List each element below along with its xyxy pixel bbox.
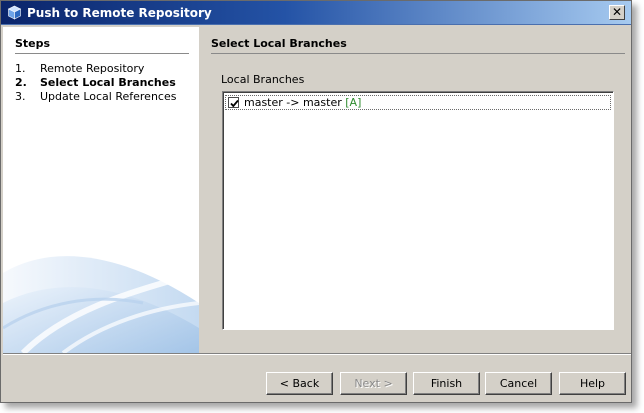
branch-label: master -> master [A] [244, 96, 361, 109]
step-number: 3. [15, 90, 26, 103]
steps-heading: Steps [15, 37, 189, 54]
netbeans-cube-icon [7, 5, 22, 20]
decorative-swoosh-image [3, 256, 199, 353]
step-item-remote-repository: 1. Remote Repository [15, 62, 176, 76]
panel-heading: Select Local Branches [211, 37, 625, 54]
step-label: Remote Repository [40, 62, 145, 75]
back-button[interactable]: < Back [266, 372, 333, 395]
finish-button[interactable]: Finish [413, 372, 480, 395]
cancel-button[interactable]: Cancel [485, 372, 552, 395]
button-separator [3, 353, 631, 355]
close-button[interactable]: ✕ [609, 5, 625, 20]
step-item-select-local-branches: 2. Select Local Branches [15, 76, 176, 90]
help-button[interactable]: Help [559, 372, 626, 395]
branch-mapping-text: master -> master [244, 96, 346, 109]
branch-checkbox[interactable] [228, 97, 239, 108]
step-number: 2. [15, 76, 27, 89]
branch-row-master[interactable]: master -> master [A] [225, 95, 611, 110]
next-button[interactable]: Next > [340, 372, 407, 395]
branch-status-badge: [A] [345, 96, 362, 109]
window-title: Push to Remote Repository [27, 6, 212, 20]
step-number: 1. [15, 62, 26, 75]
step-label: Update Local References [40, 90, 177, 103]
push-dialog: Push to Remote Repository ✕ Steps 1. Remo… [0, 0, 632, 403]
step-item-update-local-references: 3. Update Local References [15, 90, 176, 104]
local-branches-list[interactable]: master -> master [A] [222, 91, 614, 330]
title-bar[interactable]: Push to Remote Repository ✕ [1, 1, 631, 25]
steps-panel: Steps 1. Remote Repository 2. Select Local… [3, 27, 199, 353]
step-label: Select Local Branches [40, 76, 176, 89]
checkmark-icon [230, 99, 239, 108]
local-branches-label: Local Branches [221, 73, 305, 86]
steps-list: 1. Remote Repository 2. Select Local Branc… [15, 62, 176, 104]
main-panel: Select Local Branches Local Branches mas… [201, 27, 631, 353]
close-icon: ✕ [611, 5, 623, 19]
